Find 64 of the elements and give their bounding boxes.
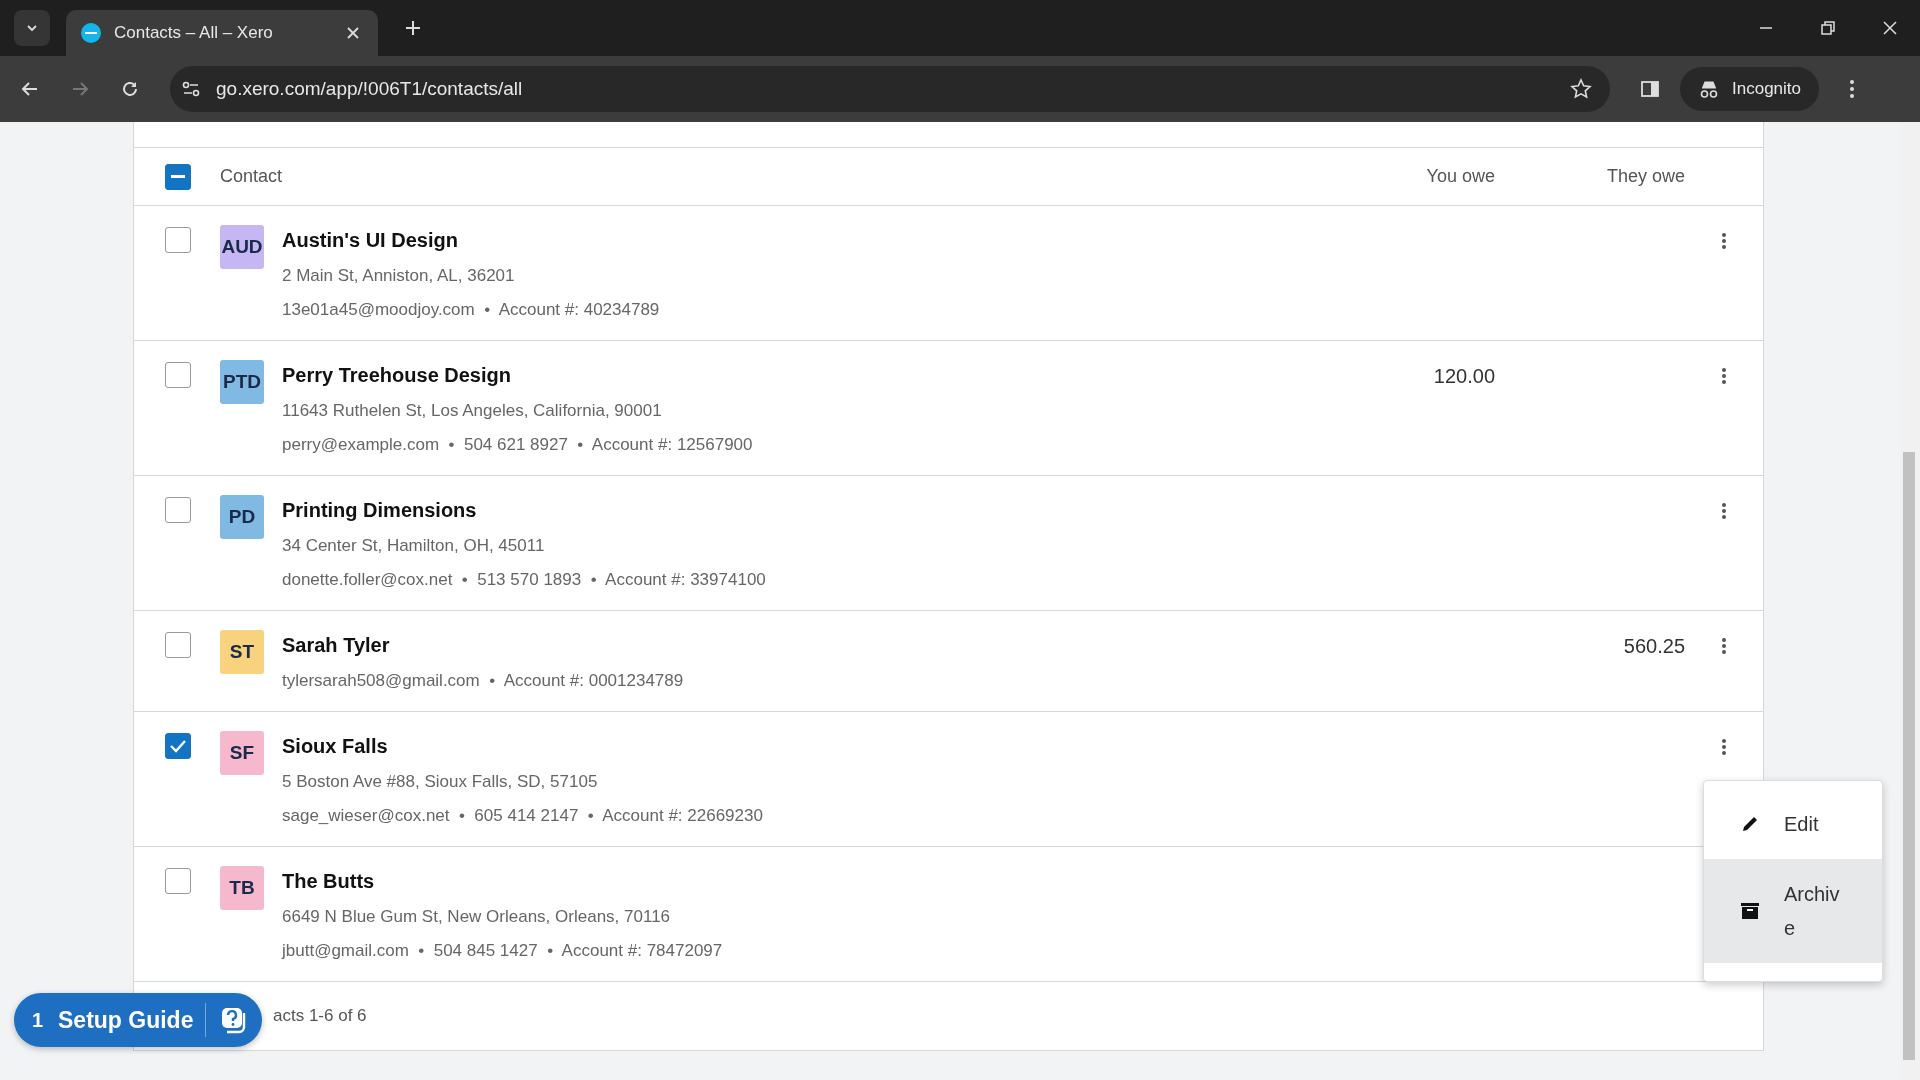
contact-avatar: SF — [220, 731, 264, 775]
checkmark-icon — [169, 739, 187, 753]
contact-avatar: ST — [220, 630, 264, 674]
row-checkbox[interactable] — [165, 362, 191, 388]
column-header: You owe — [1425, 166, 1495, 187]
url-text: go.xero.com/app/!006T1/contacts/all — [216, 78, 523, 100]
new-tab-icon[interactable] — [404, 19, 422, 37]
pencil-icon — [1740, 814, 1760, 834]
select-all-checkbox[interactable] — [165, 163, 191, 190]
contact-name[interactable]: Printing Dimensions — [282, 499, 766, 522]
close-icon[interactable] — [1882, 20, 1898, 36]
row-checkbox[interactable] — [165, 227, 191, 253]
more-options-icon[interactable] — [1721, 232, 1727, 250]
contact-name[interactable]: Perry Treehouse Design — [282, 364, 753, 387]
contact-name[interactable]: Sarah Tyler — [282, 634, 684, 657]
column-header: They owe — [1605, 166, 1685, 187]
contact-detail: 13e01a45@moodjoy.com • Account #: 40234789 — [282, 300, 660, 320]
xero-logo-icon — [80, 22, 102, 44]
contact-name[interactable]: Sioux Falls — [282, 735, 763, 758]
row-checkbox[interactable] — [165, 632, 191, 658]
restore-icon[interactable] — [1820, 20, 1836, 36]
row-checkbox[interactable] — [165, 497, 191, 523]
contact-avatar: PD — [220, 495, 264, 539]
contact-name[interactable]: Austin's UI Design — [282, 229, 660, 252]
browser-menu-icon[interactable] — [1849, 79, 1855, 99]
contact-detail: 11643 Ruthelen St, Los Angeles, California, 90001 — [282, 401, 663, 421]
address-bar[interactable]: go.xero.com/app/!006T1/contacts/all — [170, 66, 1610, 112]
close-icon[interactable] — [346, 26, 360, 40]
contact-detail: perry@example.com • 504 621 8927 • Account #: 12567900 — [282, 435, 753, 455]
side-panel-icon[interactable] — [1640, 79, 1660, 99]
menu-item[interactable]: Archive — [1704, 859, 1882, 963]
contact-detail: 2 Main St, Anniston, AL, 36201 — [282, 266, 516, 286]
incognito-badge[interactable]: Incognito — [1680, 67, 1819, 111]
row-checkbox[interactable] — [165, 733, 191, 759]
bookmark-star-icon[interactable] — [1570, 78, 1592, 100]
more-options-icon[interactable] — [1721, 738, 1727, 756]
contact-detail: 34 Center St, Hamilton, OH, 45011 — [282, 536, 546, 556]
amount-text: 560.25 — [1623, 635, 1685, 657]
contact-detail: tylersarah508@gmail.com • Account #: 0001234789 — [282, 671, 684, 691]
tab-title: Contacts – All – Xero — [114, 23, 274, 43]
contact-detail: 5 Boston Ave #88, Sioux Falls, SD, 57105 — [282, 772, 599, 792]
reload-icon[interactable] — [120, 79, 140, 99]
contact-detail: sage_wieser@cox.net • 605 414 2147 • Account #: 22669230 — [282, 806, 763, 826]
contact-name[interactable]: The Butts — [282, 870, 723, 893]
contact-detail: donette.foller@cox.net • 513 570 1893 • Account #: 33974100 — [282, 570, 766, 590]
pagination-text: acts 1-6 of 6 — [273, 1006, 367, 1026]
incognito-label: Incognito — [1732, 79, 1801, 99]
contact-avatar: TB — [220, 866, 264, 910]
more-options-icon[interactable] — [1721, 367, 1727, 385]
archive-box-icon — [1740, 901, 1760, 921]
column-header: Contact — [220, 166, 284, 187]
more-options-icon[interactable] — [1721, 637, 1727, 655]
browser-tab[interactable]: Contacts – All – Xero — [66, 10, 378, 56]
contact-detail: 6649 N Blue Gum St, New Orleans, Orleans, 70116 — [282, 907, 672, 927]
contact-avatar: AUD — [220, 225, 264, 269]
contact-detail: jbutt@gmail.com • 504 845 1427 • Account #: 78472097 — [282, 941, 723, 961]
contact-avatar: PTD — [220, 360, 264, 404]
row-checkbox[interactable] — [165, 868, 191, 894]
incognito-icon — [1698, 79, 1720, 99]
menu-item[interactable]: Edit — [1704, 789, 1882, 859]
minus-icon — [171, 174, 185, 179]
amount-text: 120.00 — [1433, 365, 1495, 387]
setup-guide-button[interactable]: 1 Setup Guide — [14, 993, 263, 1047]
more-options-icon[interactable] — [1721, 502, 1727, 520]
